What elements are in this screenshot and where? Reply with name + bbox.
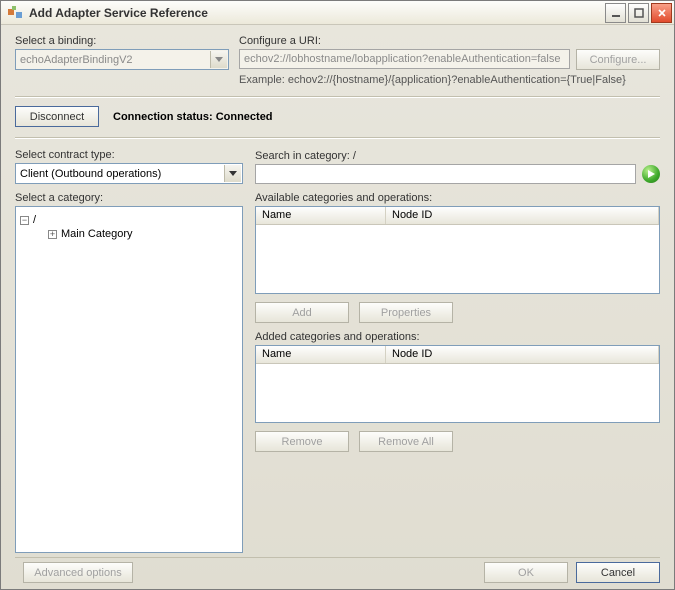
available-header: Name Node ID xyxy=(256,207,659,225)
tree-root[interactable]: − / xyxy=(20,213,238,227)
chevron-down-icon xyxy=(210,51,227,68)
add-button[interactable]: Add xyxy=(255,302,349,323)
contract-select[interactable]: Client (Outbound operations) xyxy=(15,163,243,184)
category-label: Select a category: xyxy=(15,192,243,204)
uri-example: Example: echov2://{hostname}/{applicatio… xyxy=(239,74,660,86)
added-col-name[interactable]: Name xyxy=(256,346,386,363)
added-header: Name Node ID xyxy=(256,346,659,364)
added-list[interactable]: Name Node ID xyxy=(255,345,660,423)
expand-icon[interactable]: + xyxy=(48,230,57,239)
available-col-node[interactable]: Node ID xyxy=(386,207,659,224)
added-body xyxy=(256,364,659,422)
footer: Advanced options OK Cancel xyxy=(15,557,660,583)
connection-row: Disconnect Connection status: Connected xyxy=(15,106,660,127)
advanced-options-button[interactable]: Advanced options xyxy=(23,562,133,583)
titlebar: Add Adapter Service Reference xyxy=(1,1,674,25)
disconnect-button[interactable]: Disconnect xyxy=(15,106,99,127)
available-list[interactable]: Name Node ID xyxy=(255,206,660,294)
separator xyxy=(15,96,660,98)
added-label: Added categories and operations: xyxy=(255,331,660,343)
maximize-button[interactable] xyxy=(628,3,649,23)
tree-root-label: / xyxy=(33,214,36,226)
connection-status-value: Connected xyxy=(216,111,273,123)
properties-button[interactable]: Properties xyxy=(359,302,453,323)
contract-value: Client (Outbound operations) xyxy=(20,168,161,180)
available-col-name[interactable]: Name xyxy=(256,207,386,224)
app-icon xyxy=(7,5,23,21)
go-icon[interactable] xyxy=(642,165,660,183)
dialog-content: Select a binding: echoAdapterBindingV2 C… xyxy=(1,25,674,589)
minimize-button[interactable] xyxy=(605,3,626,23)
contract-label: Select contract type: xyxy=(15,149,243,161)
remove-button[interactable]: Remove xyxy=(255,431,349,452)
connection-status-label: Connection status: xyxy=(113,111,213,123)
available-label: Available categories and operations: xyxy=(255,192,660,204)
search-input[interactable] xyxy=(255,164,636,184)
uri-label: Configure a URI: xyxy=(239,35,660,47)
binding-select[interactable]: echoAdapterBindingV2 xyxy=(15,49,229,70)
tree-child[interactable]: + Main Category xyxy=(48,227,238,241)
tree-child-label: Main Category xyxy=(61,228,133,240)
category-panel: Select a category: − / + Main Category xyxy=(15,192,243,553)
window-title: Add Adapter Service Reference xyxy=(29,6,605,20)
separator xyxy=(15,137,660,139)
contract-search-row: Select contract type: Client (Outbound o… xyxy=(15,149,660,184)
close-button[interactable] xyxy=(651,3,672,23)
chevron-down-icon xyxy=(224,165,241,182)
collapse-icon[interactable]: − xyxy=(20,216,29,225)
panels: Select a category: − / + Main Category A… xyxy=(15,192,660,553)
category-tree[interactable]: − / + Main Category xyxy=(15,206,243,553)
available-body xyxy=(256,225,659,293)
binding-uri-row: Select a binding: echoAdapterBindingV2 C… xyxy=(15,35,660,86)
binding-label: Select a binding: xyxy=(15,35,229,47)
binding-value: echoAdapterBindingV2 xyxy=(20,54,133,66)
connection-status: Connection status: Connected xyxy=(113,111,273,123)
search-label: Search in category: / xyxy=(255,150,660,162)
uri-input[interactable] xyxy=(239,49,570,69)
configure-button[interactable]: Configure... xyxy=(576,49,660,70)
cancel-button[interactable]: Cancel xyxy=(576,562,660,583)
added-col-node[interactable]: Node ID xyxy=(386,346,659,363)
dialog-window: Add Adapter Service Reference Select a b… xyxy=(0,0,675,590)
window-controls xyxy=(605,3,672,23)
operations-panel: Available categories and operations: Nam… xyxy=(255,192,660,553)
removeall-button[interactable]: Remove All xyxy=(359,431,453,452)
ok-button[interactable]: OK xyxy=(484,562,568,583)
